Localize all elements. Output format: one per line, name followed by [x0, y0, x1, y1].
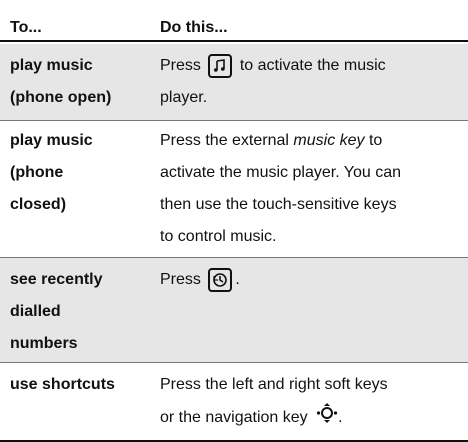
row-do-text: Press the external: [160, 132, 294, 149]
table-row: see recently dialled numbers Press .: [0, 258, 468, 362]
row-do-text: .: [235, 271, 240, 288]
row-to-text: numbers: [10, 335, 78, 352]
row-do-text: to control music.: [160, 228, 277, 245]
header-do-this: Do this...: [160, 19, 228, 36]
row-to-text: (phone: [10, 164, 64, 181]
recent-calls-key-icon: [208, 267, 233, 292]
row-to-text: (phone open): [10, 89, 112, 106]
navigation-key-icon: [316, 401, 338, 435]
row-do-text: .: [338, 409, 343, 427]
music-key-term: music key: [293, 132, 365, 149]
row-do-text: to: [364, 132, 383, 149]
row-do-text: player.: [160, 89, 208, 106]
table-header: To... Do this...: [0, 0, 468, 42]
row-do-text: or the navigation key: [160, 409, 308, 427]
row-do-text: activate the music player. You can: [160, 164, 402, 181]
row-do-text: then use the touch-sensitive keys: [160, 196, 397, 213]
row-to-text: use shortcuts: [10, 376, 115, 393]
row-do-text: Press: [160, 271, 201, 288]
row-do-text: to activate the music: [239, 57, 386, 74]
row-do-text: Press: [160, 57, 201, 74]
table-row: play music (phone open) Press to activat…: [0, 44, 468, 120]
row-to-text: closed): [10, 196, 67, 213]
music-player-key-icon: [208, 53, 233, 78]
row-to-text: play music: [10, 132, 93, 149]
table-row: use shortcuts Press the left and right s…: [0, 363, 468, 439]
row-to-text: dialled: [10, 303, 61, 320]
row-do-text: Press the left and right soft keys: [160, 376, 388, 393]
header-to: To...: [10, 19, 42, 36]
row-to-text: play music: [10, 57, 93, 74]
row-to-text: see recently: [10, 271, 103, 288]
table-row: play music (phone closed) Press the exte…: [0, 121, 468, 257]
